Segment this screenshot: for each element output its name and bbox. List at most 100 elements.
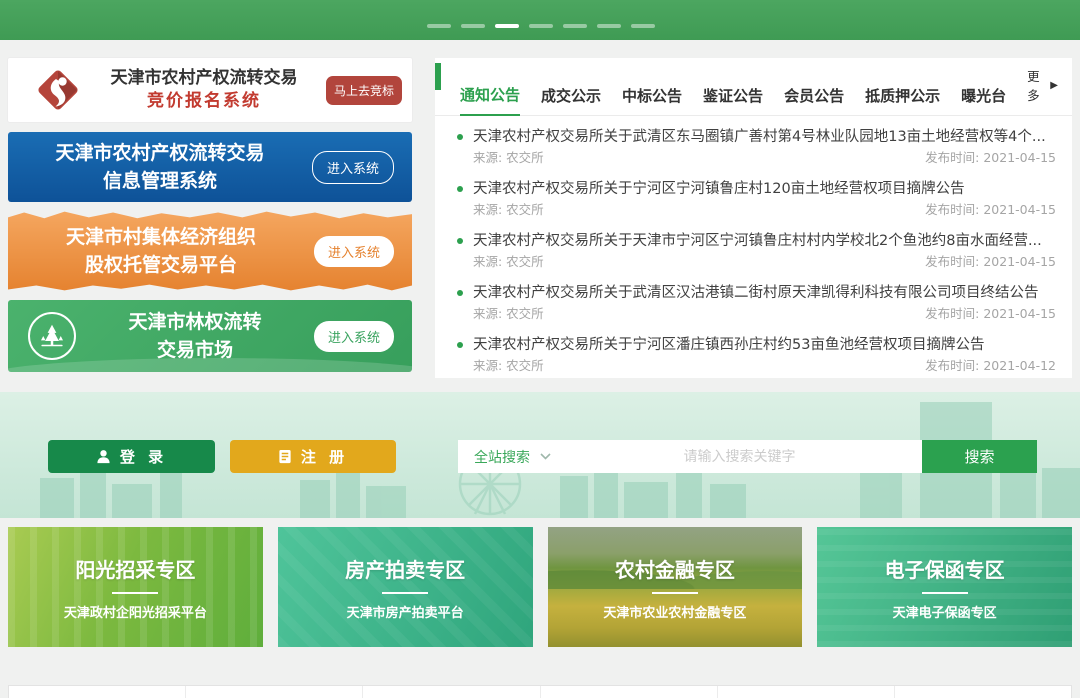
zone-card-property-auction[interactable]: 房产拍卖专区 天津市房产拍卖平台	[278, 527, 533, 647]
tab-exposure[interactable]: 曝光台	[961, 85, 1006, 115]
list-item: 天津农村产权交易所关于宁河区宁河镇鲁庄村120亩土地经营权项目摘牌公告 来源: …	[457, 178, 1056, 219]
zone-subtitle: 天津政村企阳光招采平台	[64, 602, 207, 621]
bullet-icon	[457, 134, 463, 140]
tab-member[interactable]: 会员公告	[784, 85, 844, 115]
login-button[interactable]: 登 录	[48, 440, 215, 473]
info-banner-line1: 天津市农村产权流转交易	[8, 139, 312, 168]
bottom-section-row	[8, 685, 1072, 698]
tab-authentication[interactable]: 鉴证公告	[703, 85, 763, 115]
announcement-date: 发布时间: 2021-04-15	[925, 148, 1056, 167]
carousel-dot-active[interactable]	[495, 24, 519, 28]
announcement-date: 发布时间: 2021-04-15	[925, 200, 1056, 219]
equity-banner-text: 天津市村集体经济组织 股权托管交易平台	[8, 223, 314, 280]
tab-accent-bar	[435, 63, 441, 90]
bullet-icon	[457, 342, 463, 348]
more-label: 更多	[1027, 66, 1046, 104]
announcement-source: 来源: 农交所	[473, 304, 544, 323]
search-bar: 全站搜索 搜索	[458, 440, 1037, 473]
chevron-down-icon[interactable]	[540, 453, 551, 460]
announcement-date: 发布时间: 2021-04-15	[925, 252, 1056, 271]
tab-notice[interactable]: 通知公告	[460, 84, 520, 116]
forest-banner-line1: 天津市林权流转	[76, 308, 314, 337]
bottom-cell	[718, 686, 895, 698]
diamond-logo-icon	[34, 66, 82, 114]
zone-cards: 阳光招采专区 天津政村企阳光招采平台 房产拍卖专区 天津市房产拍卖平台 农村金融…	[8, 527, 1072, 647]
zone-title: 农村金融专区	[615, 554, 735, 583]
register-doc-icon	[278, 449, 292, 464]
left-column: 天津市农村产权流转交易 竞价报名系统 马上去竞标 天津市农村产权流转交易 信息管…	[8, 58, 412, 372]
carousel-banner	[0, 0, 1080, 40]
carousel-dot[interactable]	[563, 24, 587, 28]
zone-divider	[652, 592, 698, 594]
bottom-cell	[186, 686, 363, 698]
carousel-dots	[427, 24, 655, 28]
login-label: 登 录	[120, 446, 167, 467]
announcement-date: 发布时间: 2021-04-15	[925, 304, 1056, 323]
zone-subtitle: 天津市房产拍卖平台	[347, 602, 464, 621]
zone-divider	[382, 592, 428, 594]
go-bid-button[interactable]: 马上去竞标	[326, 76, 402, 105]
announcement-source: 来源: 农交所	[473, 148, 544, 167]
carousel-dot[interactable]	[461, 24, 485, 28]
forest-banner-line2: 交易市场	[76, 336, 314, 365]
more-arrow-icon: ▶	[1050, 80, 1058, 91]
equity-platform-banner[interactable]: 天津市村集体经济组织 股权托管交易平台 进入系统	[8, 210, 412, 292]
announcement-title[interactable]: 天津农村产权交易所关于武清区东马圈镇广善村第4号林业队园地13亩土地经营权等4个…	[473, 126, 1046, 148]
zone-divider	[922, 592, 968, 594]
zone-divider	[112, 592, 158, 594]
list-item: 天津农村产权交易所关于武清区东马圈镇广善村第4号林业队园地13亩土地经营权等4个…	[457, 126, 1056, 167]
homepage: 天津市农村产权流转交易 竞价报名系统 马上去竞标 天津市农村产权流转交易 信息管…	[0, 0, 1080, 698]
search-input-area: 全站搜索	[458, 440, 922, 473]
list-item: 天津农村产权交易所关于天津市宁河区宁河镇鲁庄村村内学校北2个鱼池约8亩水面经营.…	[457, 230, 1056, 271]
info-management-banner[interactable]: 天津市农村产权流转交易 信息管理系统 进入系统	[8, 132, 412, 202]
tab-deal-publicity[interactable]: 成交公示	[541, 85, 601, 115]
zone-subtitle: 天津电子保函专区	[893, 602, 997, 621]
bullet-icon	[457, 290, 463, 296]
search-scope-select[interactable]: 全站搜索	[458, 447, 540, 467]
info-banner-text: 天津市农村产权流转交易 信息管理系统	[8, 139, 312, 196]
carousel-dot[interactable]	[427, 24, 451, 28]
search-band: 登 录 注 册 全站搜索 搜索	[0, 392, 1080, 518]
forest-rights-banner[interactable]: 天津市林权流转 交易市场 进入系统	[8, 300, 412, 372]
bidding-card-titles: 天津市农村产权流转交易 竞价报名系统	[82, 67, 326, 113]
zone-card-rural-finance[interactable]: 农村金融专区 天津市农业农村金融专区	[548, 527, 803, 647]
equity-enter-system-button[interactable]: 进入系统	[314, 236, 394, 267]
tree-icon	[28, 312, 76, 360]
announcement-title[interactable]: 天津农村产权交易所关于宁河区宁河镇鲁庄村120亩土地经营权项目摘牌公告	[473, 178, 965, 200]
tab-winning-bid[interactable]: 中标公告	[622, 85, 682, 115]
user-icon	[96, 449, 111, 464]
list-item: 天津农村产权交易所关于武清区汉沽港镇二街村原天津凯得利科技有限公司项目终结公告 …	[457, 282, 1056, 323]
zone-title: 电子保函专区	[885, 554, 1005, 583]
register-button[interactable]: 注 册	[230, 440, 396, 473]
zone-title: 房产拍卖专区	[345, 554, 465, 583]
info-banner-line2: 信息管理系统	[8, 167, 312, 196]
carousel-dot[interactable]	[529, 24, 553, 28]
carousel-dot[interactable]	[631, 24, 655, 28]
forest-banner-text: 天津市林权流转 交易市场	[76, 308, 314, 365]
equity-banner-line1: 天津市村集体经济组织	[8, 223, 314, 252]
carousel-dot[interactable]	[597, 24, 621, 28]
more-link[interactable]: 更多 ▶	[1027, 66, 1058, 115]
announcement-title[interactable]: 天津农村产权交易所关于武清区汉沽港镇二街村原天津凯得利科技有限公司项目终结公告	[473, 282, 1039, 304]
bottom-cell	[895, 686, 1071, 698]
bidding-system-card[interactable]: 天津市农村产权流转交易 竞价报名系统 马上去竞标	[8, 58, 412, 122]
info-enter-system-button[interactable]: 进入系统	[312, 151, 394, 184]
forest-enter-system-button[interactable]: 进入系统	[314, 321, 394, 352]
announcement-source: 来源: 农交所	[473, 252, 544, 271]
equity-banner-line2: 股权托管交易平台	[8, 251, 314, 280]
zone-card-e-guarantee[interactable]: 电子保函专区 天津电子保函专区	[817, 527, 1072, 647]
bidding-card-subtitle: 竞价报名系统	[82, 90, 326, 113]
announcement-title[interactable]: 天津农村产权交易所关于天津市宁河区宁河镇鲁庄村村内学校北2个鱼池约8亩水面经营.…	[473, 230, 1042, 252]
zone-card-sunshine-procurement[interactable]: 阳光招采专区 天津政村企阳光招采平台	[8, 527, 263, 647]
tab-pledge[interactable]: 抵质押公示	[865, 85, 940, 115]
bullet-icon	[457, 238, 463, 244]
announcements-panel: 通知公告 成交公示 中标公告 鉴证公告 会员公告 抵质押公示 曝光台 更多 ▶ …	[435, 58, 1072, 378]
search-button[interactable]: 搜索	[922, 440, 1037, 473]
zone-title: 阳光招采专区	[75, 554, 195, 583]
bottom-cell	[363, 686, 540, 698]
bidding-card-title: 天津市农村产权流转交易	[82, 67, 326, 90]
announcement-title[interactable]: 天津农村产权交易所关于宁河区潘庄镇西孙庄村约53亩鱼池经营权项目摘牌公告	[473, 334, 984, 356]
announcement-list: 天津农村产权交易所关于武清区东马圈镇广善村第4号林业队园地13亩土地经营权等4个…	[435, 116, 1072, 375]
search-input[interactable]	[557, 449, 922, 465]
announcement-tabs: 通知公告 成交公示 中标公告 鉴证公告 会员公告 抵质押公示 曝光台 更多 ▶	[435, 58, 1072, 116]
